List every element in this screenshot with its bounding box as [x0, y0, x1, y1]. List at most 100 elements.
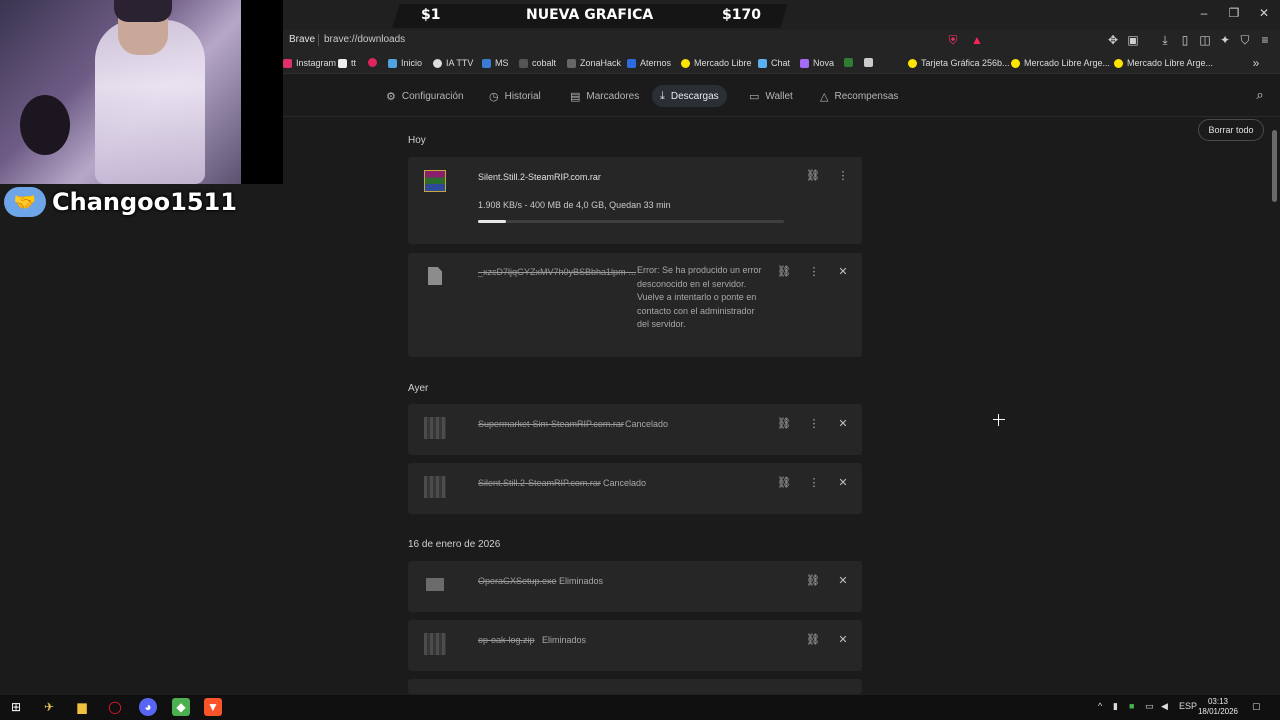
- file-name[interactable]: Supermarket-Sim-SteamRIP.com.rar: [478, 419, 624, 429]
- bookmark-inicio[interactable]: Inicio: [388, 58, 422, 68]
- section-today: Hoy: [408, 135, 426, 146]
- extensions-icon[interactable]: ✥: [1106, 33, 1120, 47]
- clock[interactable]: 03:13 18/01/2026: [1196, 697, 1240, 717]
- close-icon[interactable]: ✕: [836, 265, 850, 278]
- instagram-icon: [283, 58, 292, 68]
- file-name[interactable]: op-oak-log.zip: [478, 635, 535, 645]
- file-name[interactable]: _xzcD7ljqGYZxMV7h0yBSBbha1lpm-...: [478, 267, 636, 277]
- copy-link-icon[interactable]: ⛓: [806, 574, 820, 587]
- bookmark-instagram[interactable]: Instagram: [283, 58, 336, 68]
- nvidia-icon[interactable]: ■: [1129, 701, 1134, 711]
- status-label: Cancelado: [603, 478, 647, 488]
- mercado-libre-icon: [908, 58, 917, 68]
- brave-taskbar-icon[interactable]: ▼: [204, 698, 222, 716]
- history-icon: ◷: [489, 90, 499, 103]
- maximize-button[interactable]: ❐: [1219, 6, 1249, 20]
- copy-link-icon[interactable]: ⛓: [806, 169, 820, 182]
- bookmark-ms[interactable]: MS: [482, 58, 509, 68]
- copy-link-icon[interactable]: ⛓: [777, 417, 791, 430]
- sidebar-toggle-icon[interactable]: ▯: [1178, 33, 1192, 47]
- bookmark-mercado-libre-arg-2[interactable]: Mercado Libre Arge...: [1114, 58, 1213, 68]
- tab-descargas[interactable]: ⤓ Descargas: [652, 85, 727, 107]
- close-icon[interactable]: ✕: [836, 633, 850, 646]
- bookmark-extra-1[interactable]: [368, 58, 377, 67]
- minimize-button[interactable]: –: [1189, 6, 1219, 20]
- download-item: op-oak-log.zip Eliminados ⛓ ✕: [408, 620, 862, 671]
- download-item: Silent.Still.2-SteamRIP.com.rar Cancelad…: [408, 463, 862, 514]
- wallet-toolbar-icon[interactable]: ◫: [1198, 33, 1212, 47]
- goal-current: $1: [421, 7, 441, 23]
- bookmark-tt[interactable]: tt: [338, 58, 356, 68]
- url-divider: [318, 34, 319, 46]
- progress-text: 1.908 KB/s - 400 MB de 4,0 GB, Quedan 33…: [478, 200, 671, 210]
- more-options-icon[interactable]: ⋮: [807, 417, 821, 430]
- menu-icon[interactable]: ≡: [1258, 33, 1272, 47]
- goal-title: NUEVA GRAFICA: [526, 7, 654, 23]
- app-icon[interactable]: ✈: [40, 698, 58, 716]
- network-icon[interactable]: ▭: [1145, 701, 1154, 712]
- plush-toy: [20, 95, 70, 155]
- status-label: Cancelado: [625, 419, 669, 429]
- tiktok-icon: [338, 58, 347, 68]
- downloads-toolbar-icon[interactable]: ⤓: [1158, 33, 1172, 47]
- scrollbar[interactable]: [1270, 118, 1280, 690]
- microphone-icon[interactable]: ▮: [1113, 701, 1118, 712]
- zonahack-icon: [567, 58, 576, 68]
- file-explorer-icon[interactable]: ▆: [73, 698, 91, 716]
- file-name[interactable]: Silent.Still.2-SteamRIP.com.rar: [478, 478, 601, 488]
- bookmarks-overflow-icon[interactable]: »: [1249, 56, 1263, 70]
- close-icon[interactable]: ✕: [836, 574, 850, 587]
- mercado-libre-icon: [1011, 58, 1020, 68]
- bookmark-extra-2[interactable]: [844, 58, 853, 67]
- mouse-cursor: [993, 414, 1005, 426]
- more-options-icon[interactable]: ⋮: [807, 265, 821, 278]
- brave-shield-icon[interactable]: ⛨: [946, 33, 960, 47]
- bookmark-zonahack[interactable]: ZonaHack: [567, 58, 621, 68]
- bookmark-nova[interactable]: Nova: [800, 58, 834, 68]
- rewards-icon: △: [820, 90, 829, 103]
- opera-gx-icon[interactable]: ◯: [106, 698, 124, 716]
- bookmark-mercado-libre-arg-1[interactable]: Mercado Libre Arge...: [1011, 58, 1110, 68]
- close-icon[interactable]: ✕: [836, 476, 850, 489]
- screenshot-icon[interactable]: ▣: [1126, 33, 1140, 47]
- scrollbar-thumb[interactable]: [1272, 130, 1277, 202]
- copy-link-icon[interactable]: ⛓: [777, 265, 791, 278]
- tab-marcadores[interactable]: ▤ Marcadores: [562, 85, 647, 107]
- more-options-icon[interactable]: ⋮: [807, 476, 821, 489]
- discord-icon[interactable]: ◕: [139, 698, 157, 716]
- file-name[interactable]: Silent.Still.2-SteamRIP.com.rar: [478, 172, 601, 182]
- game-icon[interactable]: ◆: [172, 698, 190, 716]
- bookmark-chat[interactable]: Chat: [758, 58, 790, 68]
- bookmark-tarjeta-grafica[interactable]: Tarjeta Gráfica 256b...: [908, 58, 1010, 68]
- tab-recompensas[interactable]: △ Recompensas: [812, 85, 906, 107]
- rar-file-icon: [424, 476, 446, 498]
- tab-wallet[interactable]: ▭ Wallet: [741, 85, 801, 107]
- bookmark-aternos[interactable]: Aternos: [627, 58, 671, 68]
- url-field[interactable]: brave://downloads: [324, 34, 405, 45]
- more-options-icon[interactable]: ⋮: [836, 169, 850, 182]
- document-icon: [428, 267, 442, 285]
- bookmark-cobalt[interactable]: cobalt: [519, 58, 556, 68]
- close-icon[interactable]: ✕: [836, 417, 850, 430]
- goal-target: $170: [722, 7, 761, 23]
- volume-icon[interactable]: ◀: [1161, 701, 1168, 712]
- bookmark-extra-3[interactable]: [864, 58, 873, 67]
- tab-historial[interactable]: ◷ Historial: [481, 85, 549, 107]
- file-name[interactable]: OperaGXSetup.exe: [478, 576, 557, 586]
- bookmark-ia-ttv[interactable]: IA TTV: [433, 58, 473, 68]
- search-icon[interactable]: ⌕: [1253, 88, 1267, 102]
- tray-expand-icon[interactable]: ^: [1098, 701, 1102, 711]
- leo-ai-icon[interactable]: ✦: [1218, 33, 1232, 47]
- notifications-icon[interactable]: ▢: [1252, 701, 1261, 712]
- language-indicator[interactable]: ESP: [1179, 701, 1197, 711]
- copy-link-icon[interactable]: ⛓: [777, 476, 791, 489]
- vpn-icon[interactable]: ⛉: [1238, 33, 1252, 47]
- bookmark-mercado-libre[interactable]: Mercado Libre: [681, 58, 752, 68]
- rewards-badge-icon[interactable]: ▲: [970, 33, 984, 47]
- clear-all-button[interactable]: Borrar todo: [1198, 119, 1264, 141]
- windows-start-icon[interactable]: ⊞: [7, 698, 25, 716]
- copy-link-icon[interactable]: ⛓: [806, 633, 820, 646]
- close-window-button[interactable]: ✕: [1249, 6, 1279, 20]
- tab-configuracion[interactable]: ⚙ Configuración: [378, 85, 472, 107]
- ms-icon: [482, 58, 491, 68]
